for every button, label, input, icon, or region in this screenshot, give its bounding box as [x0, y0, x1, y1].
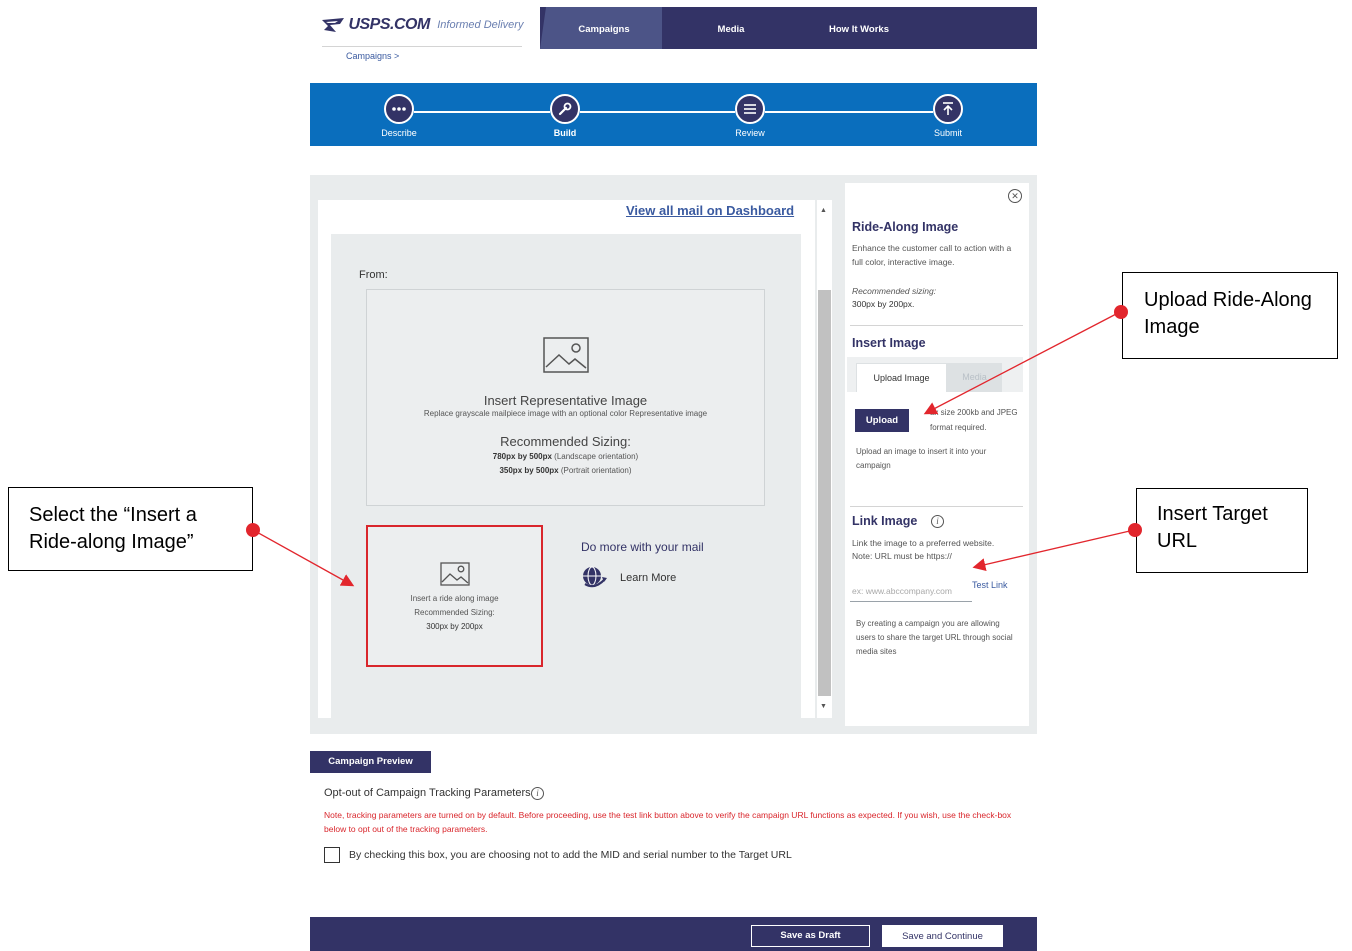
step-build-wrench-icon[interactable] — [550, 94, 580, 124]
callout-insert-target-url: Insert Target URL — [1136, 488, 1308, 573]
step-label-submit: Submit — [933, 128, 962, 138]
nav-tab-media[interactable]: Media — [691, 24, 771, 35]
nav-tab-how-it-works[interactable]: How It Works — [814, 24, 904, 35]
dashboard-link[interactable]: View all mail on Dashboard — [626, 203, 794, 218]
do-more-heading: Do more with your mail — [581, 540, 704, 554]
tab-upload-image[interactable]: Upload Image — [856, 363, 947, 392]
info-icon[interactable]: i — [931, 515, 944, 528]
optout-note: Note, tracking parameters are turned on … — [324, 810, 1012, 834]
progress-connector — [580, 111, 735, 113]
test-link[interactable]: Test Link — [972, 580, 1008, 590]
callout-select-ride-along: Select the “Insert a Ride-along Image” — [8, 487, 253, 571]
ride-along-sizing-label: Recommended Sizing: — [414, 608, 495, 617]
image-placeholder-icon — [543, 337, 589, 373]
ride-along-heading: Ride-Along Image — [852, 220, 959, 234]
step-review-list-icon[interactable] — [735, 94, 765, 124]
from-label: From: — [359, 269, 388, 281]
save-as-draft-button[interactable]: Save as Draft — [751, 925, 870, 947]
recommended-sizing-value: 300px by 200px. — [852, 299, 915, 309]
panel-divider — [850, 506, 1023, 507]
insert-image-heading: Insert Image — [852, 336, 926, 350]
logo-subtitle: Informed Delivery — [437, 19, 524, 31]
step-label-build: Build — [553, 128, 577, 138]
progress-connector — [765, 111, 933, 113]
rep-image-title: Insert Representative Image — [483, 393, 648, 408]
step-label-describe: Describe — [381, 128, 417, 138]
callout-upload-ride-along: Upload Ride-Along Image — [1122, 272, 1338, 359]
globe-arrow-icon — [583, 566, 607, 588]
campaign-preview-button[interactable]: Campaign Preview — [310, 751, 431, 773]
breadcrumb[interactable]: Campaigns > — [346, 51, 399, 61]
logo-text: USPS.COM — [348, 16, 430, 33]
ride-along-description: Enhance the customer call to action with… — [852, 243, 1012, 267]
link-image-heading: Link Image — [852, 514, 918, 528]
optout-checkbox[interactable] — [324, 847, 340, 863]
panel-divider — [850, 325, 1023, 326]
step-submit-upload-icon[interactable] — [933, 94, 963, 124]
close-icon[interactable]: ✕ — [1008, 189, 1022, 203]
save-and-continue-button[interactable]: Save and Continue — [882, 925, 1003, 947]
step-describe-icon[interactable] — [384, 94, 414, 124]
rep-size-portrait: 350px by 500px (Portrait orientation) — [499, 466, 632, 475]
scroll-down-arrow-icon[interactable]: ▼ — [820, 703, 827, 710]
tab-media[interactable]: Media — [947, 363, 1002, 392]
scroll-up-arrow-icon[interactable]: ▲ — [820, 207, 827, 214]
callout-dot — [1128, 523, 1142, 537]
callout-dot — [1114, 305, 1128, 319]
scrollbar-thumb[interactable] — [818, 290, 831, 696]
header-divider — [322, 46, 522, 47]
upload-help-text: Upload an image to insert it into your c… — [856, 447, 987, 470]
share-note: By creating a campaign you are allowing … — [856, 619, 1013, 656]
upload-button[interactable]: Upload — [855, 409, 909, 432]
ride-along-size: 300px by 200px — [426, 622, 483, 631]
target-url-input[interactable] — [850, 580, 972, 602]
rep-size-landscape: 780px by 500px (Landscape orientation) — [492, 452, 639, 461]
callout-dot — [246, 523, 260, 537]
upload-requirements: ax size 200kb and JPEG format required. — [930, 408, 1018, 432]
link-image-note: Note: URL must be https:// — [852, 551, 952, 561]
link-image-description: Link the image to a preferred website. — [852, 538, 995, 548]
ride-along-label: Insert a ride along image — [410, 594, 499, 603]
rep-image-description: Replace grayscale mailpiece image with a… — [423, 409, 708, 418]
info-icon[interactable]: i — [531, 787, 544, 800]
progress-connector — [414, 111, 550, 113]
learn-more-link[interactable]: Learn More — [620, 572, 676, 584]
recommended-sizing-label: Recommended sizing: — [852, 286, 937, 296]
ride-along-image-icon — [440, 562, 470, 586]
optout-title: Opt-out of Campaign Tracking Parameters — [324, 787, 531, 799]
usps-logo[interactable]: USPS.COM Informed Delivery — [322, 16, 532, 38]
nav-tab-campaigns[interactable]: Campaigns — [546, 24, 662, 35]
step-label-review: Review — [735, 128, 765, 138]
eagle-logo-icon — [322, 18, 344, 32]
optout-checkbox-label: By checking this box, you are choosing n… — [349, 849, 792, 861]
rep-sizing-title: Recommended Sizing: — [500, 434, 631, 449]
